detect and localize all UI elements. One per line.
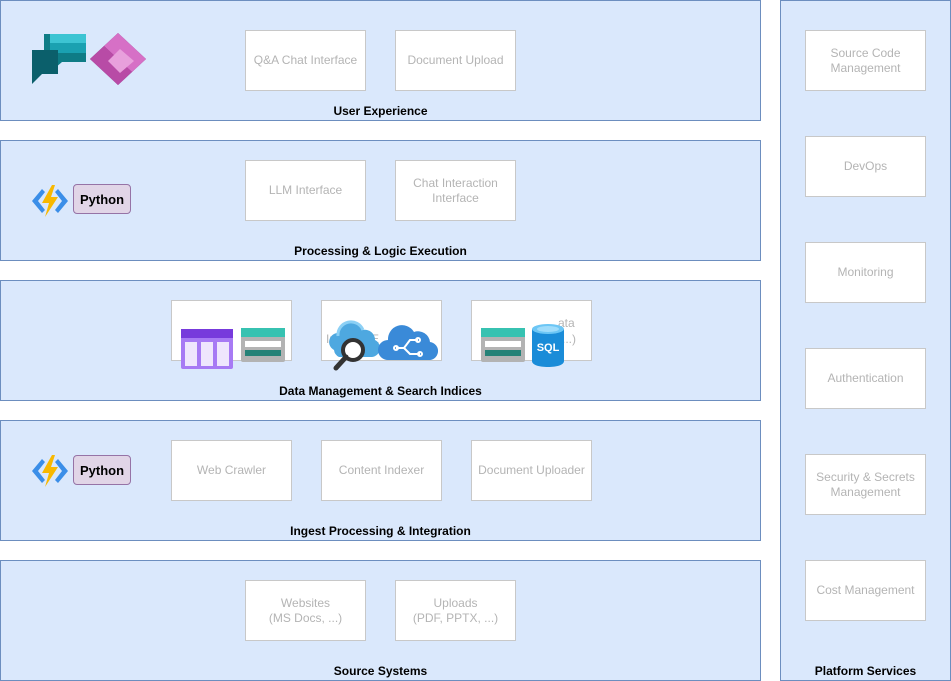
uploads-box: Uploads (PDF, PPTX, ...) [395, 580, 516, 641]
websites-box: Websites (MS Docs, ...) [245, 580, 366, 641]
security-secrets-management-box: Security & Secrets Management [805, 454, 926, 515]
document-uploader-box: Document Uploader [471, 440, 592, 501]
source-code-management-box: Source Code Management [805, 30, 926, 91]
layer-processing: Python LLM Interface Chat Interaction In… [0, 140, 761, 261]
llm-interface-box: LLM Interface [245, 160, 366, 221]
cognitive-services-icon [378, 305, 439, 366]
power-virtual-agents-icon [30, 32, 88, 92]
storage-table-icon [180, 313, 234, 374]
layer-source-systems: Websites (MS Docs, ...) Uploads (PDF, PP… [0, 560, 761, 681]
sql-storage-box: ata ...) SQL [471, 300, 592, 367]
layer-user-experience: Q&A Chat Interface Document Upload User … [0, 0, 761, 121]
devops-box: DevOps [805, 136, 926, 197]
sql-database-icon: SQL [530, 307, 566, 372]
platform-services-title: Platform Services [814, 664, 917, 678]
svg-text:SQL: SQL [537, 342, 560, 354]
azure-functions-icon [30, 453, 70, 494]
chat-interaction-interface-box: Chat Interaction Interface [395, 160, 516, 221]
layer-title: Data Management & Search Indices [279, 384, 482, 398]
layer-ingest: Python Web Crawler Content Indexer Docum… [0, 420, 761, 541]
document-upload-box: Document Upload [395, 30, 516, 91]
cognitive-search-icon [326, 305, 382, 376]
search-services-box: In E [321, 300, 442, 371]
python-badge: Python [73, 455, 131, 485]
azure-functions-icon [30, 183, 70, 224]
layer-title: Processing & Logic Execution [294, 244, 467, 258]
cost-management-box: Cost Management [805, 560, 926, 621]
platform-services-panel: Source Code Management DevOps Monitoring… [780, 0, 951, 681]
power-apps-icon [90, 31, 148, 92]
content-indexer-box: Content Indexer [321, 440, 442, 501]
storage-account-icon [240, 312, 286, 367]
layer-title: User Experience [333, 104, 428, 118]
python-badge: Python [73, 184, 131, 214]
qa-chat-interface-box: Q&A Chat Interface [245, 30, 366, 91]
storage-box [171, 300, 292, 369]
layer-title: Ingest Processing & Integration [290, 524, 471, 538]
web-crawler-box: Web Crawler [171, 440, 292, 501]
authentication-box: Authentication [805, 348, 926, 409]
layer-data-management: In E ata ...) [0, 280, 761, 401]
layer-title: Source Systems [333, 664, 428, 678]
monitoring-box: Monitoring [805, 242, 926, 303]
storage-account-icon [480, 312, 526, 367]
